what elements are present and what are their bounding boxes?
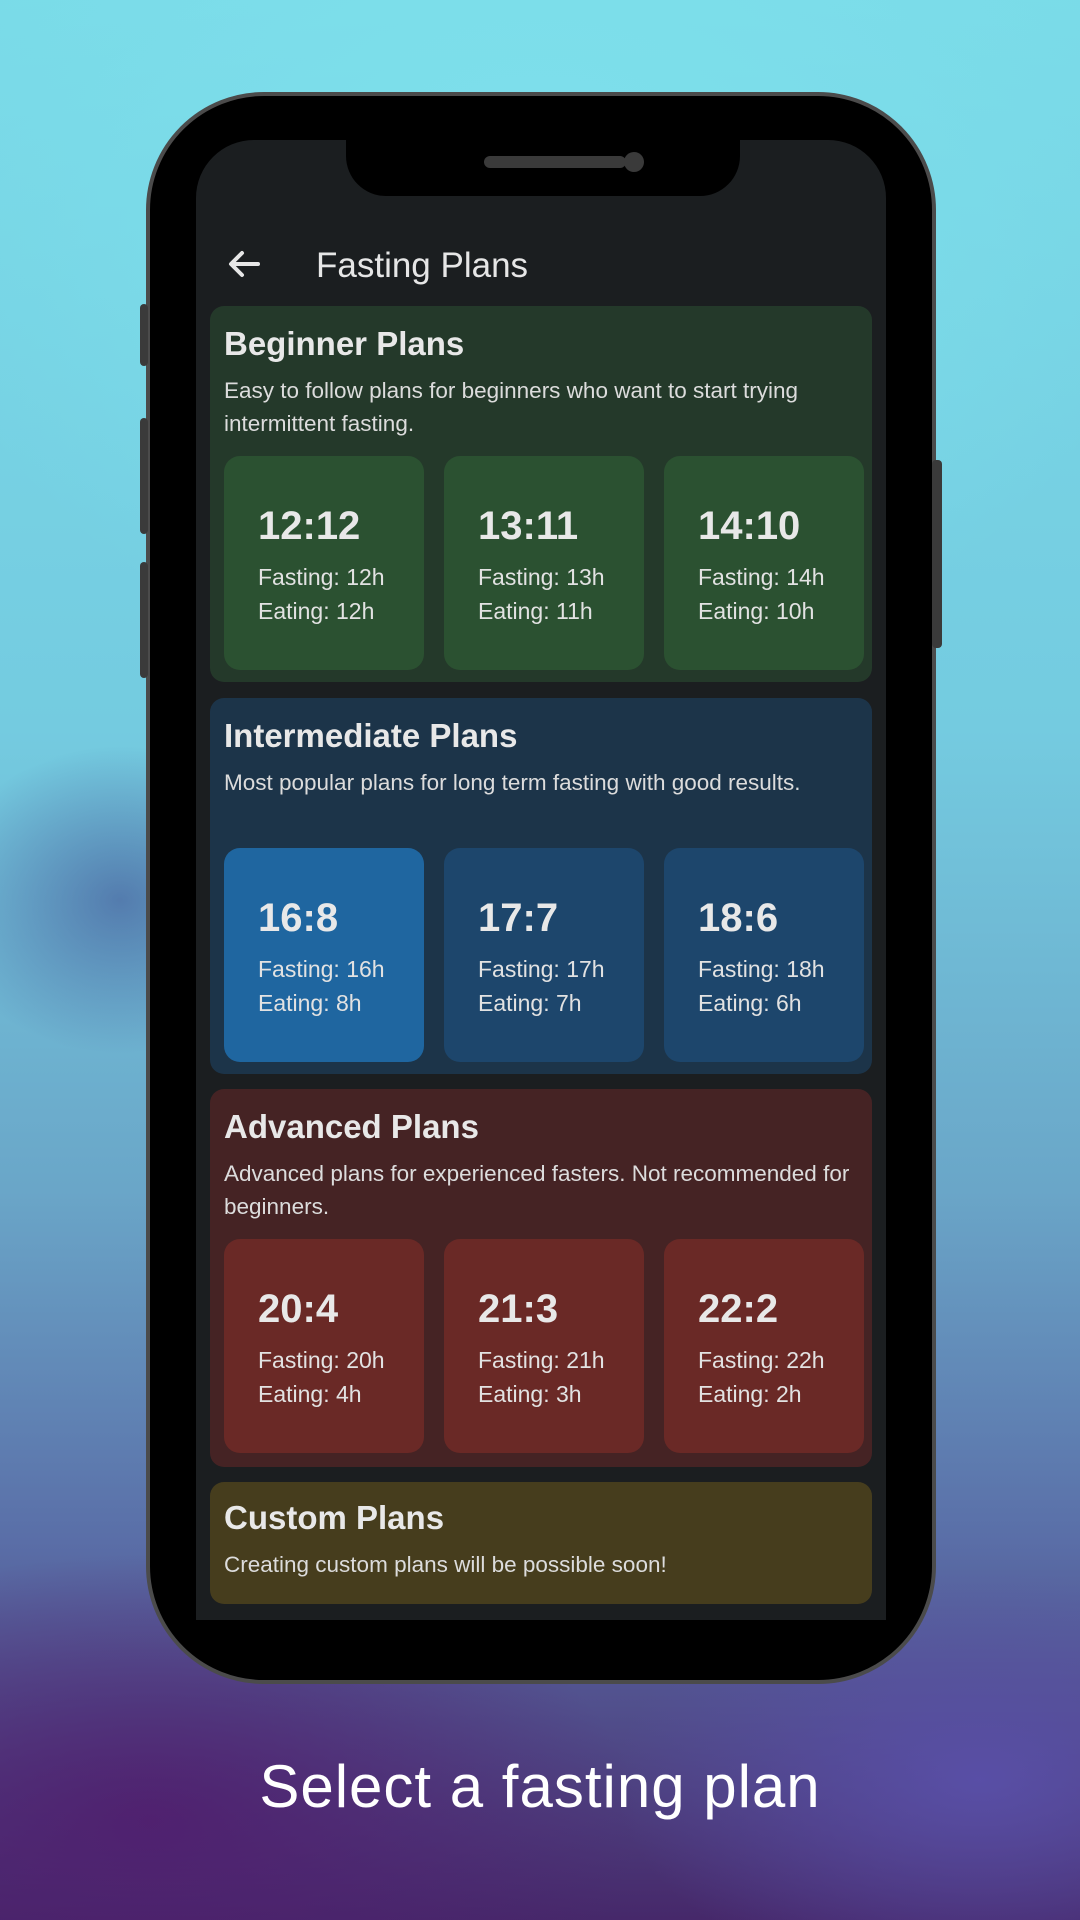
section-description: Advanced plans for experienced fasters. …	[224, 1161, 850, 1219]
plan-cards: 16:8 Fasting: 16h Eating: 8h 17:7 Fastin…	[224, 848, 864, 1062]
plan-ratio: 14:10	[698, 504, 801, 548]
section-title: Custom Plans	[224, 1499, 445, 1536]
section-title: Advanced Plans	[224, 1108, 479, 1145]
plan-card-18-6[interactable]: 18:6 Fasting: 18h Eating: 6h	[664, 848, 864, 1062]
plan-fasting-hours: Fasting: 16h	[258, 956, 385, 982]
advanced-plans-section: Advanced Plans Advanced plans for experi…	[210, 1089, 872, 1467]
plan-card-16-8[interactable]: 16:8 Fasting: 16h Eating: 8h	[224, 848, 424, 1062]
plan-ratio: 20:4	[258, 1287, 339, 1331]
phone-notch	[346, 140, 740, 196]
plan-ratio: 18:6	[698, 896, 779, 940]
plan-fasting-hours: Fasting: 20h	[258, 1347, 385, 1373]
plan-card-22-2[interactable]: 22:2 Fasting: 22h Eating: 2h	[664, 1239, 864, 1453]
plan-fasting-hours: Fasting: 21h	[478, 1347, 605, 1373]
plan-ratio: 12:12	[258, 504, 361, 548]
plan-ratio: 21:3	[478, 1287, 559, 1331]
plan-cards: 12:12 Fasting: 12h Eating: 12h 13:11 Fas…	[224, 456, 864, 670]
arrow-left-icon[interactable]	[220, 240, 268, 288]
plan-eating-hours: Eating: 8h	[258, 990, 362, 1016]
section-description: Most popular plans for long term fasting…	[224, 770, 801, 795]
beginner-plans-section: Beginner Plans Easy to follow plans for …	[210, 306, 872, 682]
plan-ratio: 22:2	[698, 1287, 779, 1331]
app-screen: Fasting Plans Beginner Plans Easy to fol…	[196, 140, 886, 1620]
plan-eating-hours: Eating: 11h	[478, 598, 593, 624]
app-bar: Fasting Plans	[196, 220, 886, 310]
plan-fasting-hours: Fasting: 14h	[698, 564, 825, 590]
plan-eating-hours: Eating: 3h	[478, 1381, 582, 1407]
plan-fasting-hours: Fasting: 22h	[698, 1347, 825, 1373]
phone-volume-down	[140, 562, 148, 678]
plan-eating-hours: Eating: 12h	[258, 598, 375, 624]
phone-volume-up	[140, 418, 148, 534]
promo-caption: Select a fasting plan	[259, 1753, 821, 1820]
plan-fasting-hours: Fasting: 13h	[478, 564, 605, 590]
plan-fasting-hours: Fasting: 18h	[698, 956, 825, 982]
speaker-grille	[484, 156, 626, 168]
plan-card-13-11[interactable]: 13:11 Fasting: 13h Eating: 11h	[444, 456, 644, 670]
plan-fasting-hours: Fasting: 12h	[258, 564, 385, 590]
plan-card-20-4[interactable]: 20:4 Fasting: 20h Eating: 4h	[224, 1239, 424, 1453]
plan-card-14-10[interactable]: 14:10 Fasting: 14h Eating: 10h	[664, 456, 864, 670]
plan-ratio: 16:8	[258, 896, 339, 940]
plan-eating-hours: Eating: 6h	[698, 990, 802, 1016]
front-camera	[624, 152, 644, 172]
page-title: Fasting Plans	[316, 246, 529, 285]
custom-plans-section[interactable]: Custom Plans Creating custom plans will …	[210, 1482, 872, 1604]
plan-card-21-3[interactable]: 21:3 Fasting: 21h Eating: 3h	[444, 1239, 644, 1453]
plan-cards: 20:4 Fasting: 20h Eating: 4h 21:3 Fastin…	[224, 1239, 864, 1453]
phone-silent-switch	[140, 304, 148, 366]
plan-card-12-12[interactable]: 12:12 Fasting: 12h Eating: 12h	[224, 456, 424, 670]
plan-card-17-7[interactable]: 17:7 Fasting: 17h Eating: 7h	[444, 848, 644, 1062]
plan-ratio: 17:7	[478, 896, 559, 940]
plan-fasting-hours: Fasting: 17h	[478, 956, 605, 982]
section-description: Easy to follow plans for beginners who w…	[224, 378, 799, 436]
section-description: Creating custom plans will be possible s…	[224, 1552, 667, 1577]
plan-eating-hours: Eating: 7h	[478, 990, 582, 1016]
phone-power-button	[932, 460, 942, 648]
plan-eating-hours: Eating: 10h	[698, 598, 815, 624]
section-title: Beginner Plans	[224, 325, 465, 362]
plan-ratio: 13:11	[478, 504, 579, 548]
plan-eating-hours: Eating: 2h	[698, 1381, 802, 1407]
plan-eating-hours: Eating: 4h	[258, 1381, 362, 1407]
section-title: Intermediate Plans	[224, 717, 518, 754]
intermediate-plans-section: Intermediate Plans Most popular plans fo…	[210, 698, 872, 1074]
